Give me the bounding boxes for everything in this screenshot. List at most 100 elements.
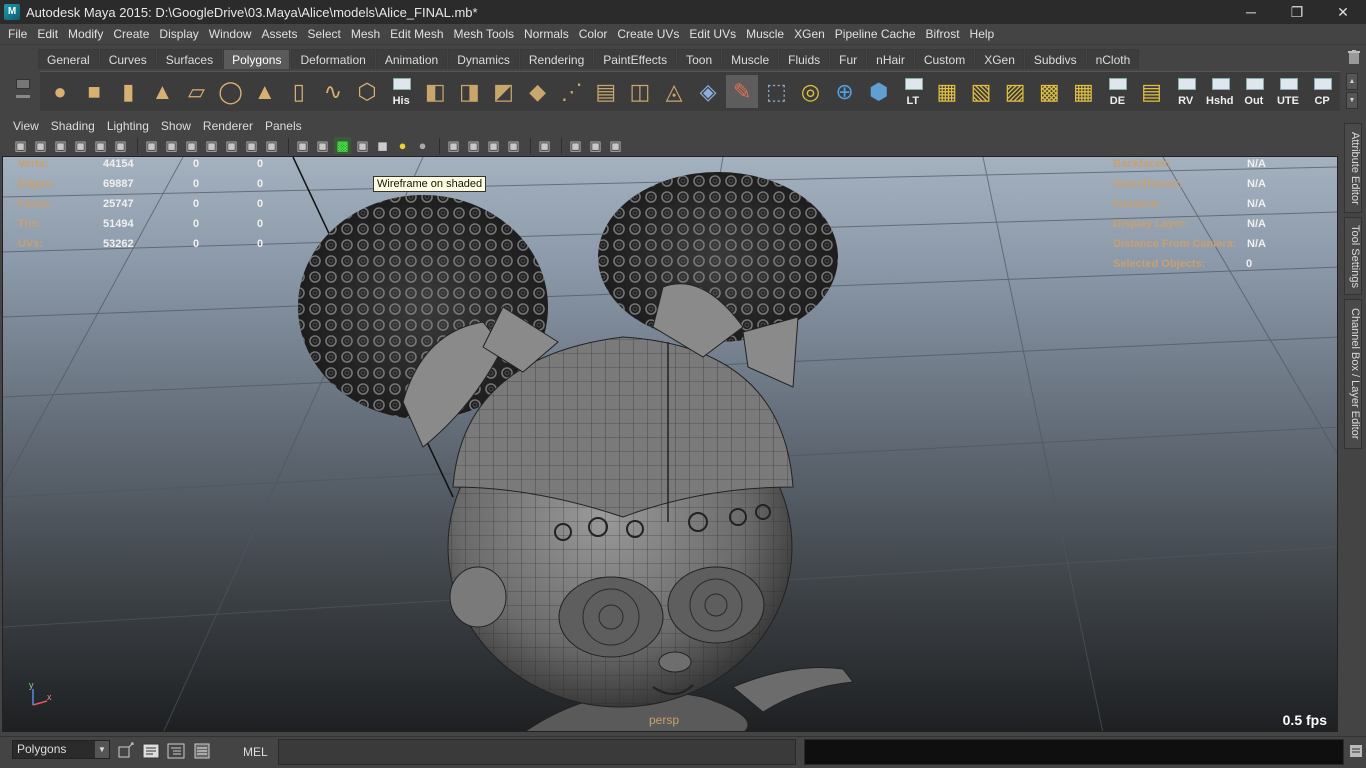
grid-icon[interactable]: ▣ (143, 137, 160, 154)
menu-create[interactable]: Create (108, 27, 154, 41)
poly-cone-icon[interactable]: ▲ (146, 75, 178, 108)
panel-menu-renderer[interactable]: Renderer (197, 119, 259, 133)
shelf-tab-subdivs[interactable]: Subdivs (1024, 49, 1086, 69)
grease-pencil-icon[interactable]: ▣ (112, 137, 129, 154)
menu-muscle[interactable]: Muscle (741, 27, 789, 41)
resolution-gate-icon[interactable]: ▣ (183, 137, 200, 154)
menu-help[interactable]: Help (965, 27, 1000, 41)
mel-command-input[interactable] (278, 739, 796, 765)
shelf-tab-xgen[interactable]: XGen (975, 49, 1024, 69)
uv-planar-icon[interactable]: ▦ (931, 75, 963, 108)
menu-pipeline-cache[interactable]: Pipeline Cache (830, 27, 921, 41)
menu-edit-mesh[interactable]: Edit Mesh (385, 27, 448, 41)
safe-action-icon[interactable]: ▣ (243, 137, 260, 154)
transfer-attributes-icon[interactable]: ⬢ (863, 75, 895, 108)
sculpt-geometry-icon[interactable]: ◈ (692, 75, 724, 108)
tab-attribute-editor[interactable]: Attribute Editor (1344, 123, 1362, 213)
select-camera-icon[interactable]: ▣ (12, 137, 29, 154)
motion-blur-icon[interactable]: ▣ (465, 137, 482, 154)
extract-icon[interactable]: ◩ (487, 75, 519, 108)
quad-draw-icon[interactable]: ◎ (794, 75, 826, 108)
depth-of-field-icon[interactable]: ▣ (505, 137, 522, 154)
uv-cylindrical-icon[interactable]: ▧ (965, 75, 997, 108)
safe-title-icon[interactable]: ▣ (263, 137, 280, 154)
chevron-down-icon[interactable]: ▼ (95, 741, 109, 758)
uv-automatic-icon[interactable]: ▩ (1033, 75, 1065, 108)
smooth-shade-icon[interactable]: ▣ (314, 137, 331, 154)
poly-sphere-icon[interactable]: ● (44, 75, 76, 108)
perspective-viewport[interactable]: Verts: 44154 0 0 Edges: 69887 0 0 Faces: 25747 0 0 T… (2, 156, 1338, 732)
shelf-tab-menu-icon[interactable] (16, 95, 30, 98)
cp-icon[interactable]: CP (1306, 75, 1338, 108)
shelf-scroll-down-icon[interactable]: ▼ (1346, 92, 1358, 109)
shelf-tab-painteffects[interactable]: PaintEffects (594, 49, 677, 69)
de-icon[interactable]: DE (1101, 75, 1133, 108)
menu-assets[interactable]: Assets (256, 27, 302, 41)
poly-torus-icon[interactable]: ◯ (215, 75, 247, 108)
wireframe-on-shaded-icon[interactable]: ▩ (334, 137, 351, 154)
restore-button[interactable]: ❐ (1274, 0, 1320, 24)
xray-active-icon[interactable]: ▣ (587, 137, 604, 154)
shelf-tab-polygons[interactable]: Polygons (223, 49, 291, 69)
image-plane-icon[interactable]: ▣ (72, 137, 89, 154)
panel-menu-show[interactable]: Show (155, 119, 197, 133)
extrude-face-icon[interactable]: ▤ (590, 75, 622, 108)
xray-joints-icon[interactable]: ▣ (567, 137, 584, 154)
menu-create-uvs[interactable]: Create UVs (612, 27, 684, 41)
menu-edit-uvs[interactable]: Edit UVs (684, 27, 741, 41)
shelf-scroll-up-icon[interactable]: ▲ (1346, 73, 1358, 90)
menu-mesh-tools[interactable]: Mesh Tools (449, 27, 519, 41)
uv-editor-icon[interactable]: ▦ (1067, 75, 1099, 108)
shelf-tab-toon[interactable]: Toon (677, 49, 722, 69)
trash-icon[interactable] (1348, 50, 1360, 64)
gate-mask-icon[interactable]: ▣ (203, 137, 220, 154)
bookmarks-icon[interactable]: ▣ (52, 137, 69, 154)
hshd-icon[interactable]: Hshd (1204, 75, 1236, 108)
outliner-icon[interactable] (166, 741, 186, 761)
menu-edit[interactable]: Edit (32, 27, 63, 41)
ambient-occlusion-icon[interactable]: ▣ (445, 137, 462, 154)
uv-spherical-icon[interactable]: ▨ (999, 75, 1031, 108)
panel-menu-view[interactable]: View (7, 119, 45, 133)
component-icon[interactable]: ▣ (607, 137, 624, 154)
menu-normals[interactable]: Normals (519, 27, 574, 41)
shelf-options-grip[interactable] (12, 49, 34, 111)
mel-label[interactable]: MEL (243, 745, 268, 759)
2d-pan-zoom-icon[interactable]: ▣ (92, 137, 109, 154)
history-icon[interactable]: His (385, 75, 417, 108)
append-polygon-icon[interactable]: ◬ (658, 75, 690, 108)
menu-select[interactable]: Select (302, 27, 345, 41)
film-gate-icon[interactable]: ▣ (163, 137, 180, 154)
close-button[interactable]: ✕ (1320, 0, 1366, 24)
textured-icon[interactable]: ◼ (374, 137, 391, 154)
wireframe-cage-icon[interactable]: ⬚ (760, 75, 792, 108)
panel-menu-lighting[interactable]: Lighting (101, 119, 155, 133)
snap-icon[interactable] (116, 741, 136, 761)
layers-icon[interactable] (192, 741, 212, 761)
field-chart-icon[interactable]: ▣ (223, 137, 240, 154)
smooth-icon[interactable]: ◆ (522, 75, 554, 108)
lt-icon[interactable]: LT (897, 75, 929, 108)
modeling-toolkit-icon[interactable]: ⊕ (829, 75, 861, 108)
shelf-tab-animation[interactable]: Animation (375, 49, 448, 69)
shelf-tab-general[interactable]: General (38, 49, 99, 69)
shelf-tab-curves[interactable]: Curves (99, 49, 156, 69)
xray-icon[interactable]: ▣ (354, 137, 371, 154)
combine-icon[interactable]: ◧ (419, 75, 451, 108)
menu-file[interactable]: File (3, 27, 32, 41)
separate-icon[interactable]: ◨ (453, 75, 485, 108)
menu-modify[interactable]: Modify (63, 27, 108, 41)
panel-menu-shading[interactable]: Shading (45, 119, 101, 133)
poly-cube-icon[interactable]: ■ (78, 75, 110, 108)
script-editor-open-icon[interactable] (1350, 745, 1362, 757)
wireframe-icon[interactable]: ▣ (294, 137, 311, 154)
poly-pyramid-icon[interactable]: ▲ (249, 75, 281, 108)
tab-channel-box[interactable]: Channel Box / Layer Editor (1344, 299, 1362, 449)
bridge-icon[interactable]: ◫ (624, 75, 656, 108)
menu-mesh[interactable]: Mesh (346, 27, 385, 41)
uv-layout-icon[interactable]: ▤ (1136, 75, 1168, 108)
menu-display[interactable]: Display (154, 27, 203, 41)
shelf-tab-nhair[interactable]: nHair (867, 49, 914, 69)
poly-cylinder-icon[interactable]: ▮ (112, 75, 144, 108)
camera-attributes-icon[interactable]: ▣ (32, 137, 49, 154)
